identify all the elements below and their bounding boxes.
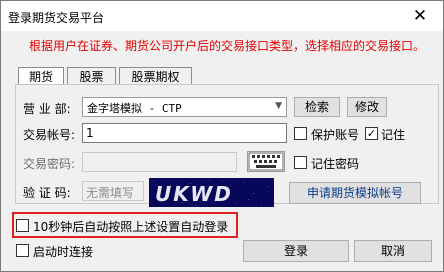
save-account-label: 保护账号	[311, 128, 360, 142]
auto-login-label: 10秒钟后自动按照上述设置自动登录	[33, 220, 229, 234]
connect-on-start-label: 启动时连接	[33, 245, 94, 259]
account-value: 1	[86, 126, 94, 140]
window-title: 登录期货交易平台	[8, 11, 105, 25]
connect-on-start-checkbox[interactable]	[16, 244, 29, 257]
title-bar: 登录期货交易平台 ✕	[1, 1, 443, 31]
chevron-down-icon: ▼	[275, 101, 282, 111]
apply-demo-account-button[interactable]: 申请期货模拟帐号	[289, 182, 421, 204]
broker-value: 金字塔模拟 - CTP	[87, 102, 182, 115]
captcha-code: UKWD	[155, 182, 233, 206]
password-label: 交易密码:	[23, 157, 76, 171]
soft-keyboard-icon[interactable]	[247, 151, 285, 172]
remember-label: 记住	[381, 128, 406, 142]
remember-checkbox[interactable]: ✓	[365, 127, 378, 140]
captcha-placeholder: 无需填写	[86, 186, 135, 200]
password-input[interactable]	[82, 152, 237, 172]
close-icon[interactable]: ✕	[397, 1, 443, 31]
auto-login-checkbox[interactable]	[16, 219, 29, 232]
captcha-image[interactable]: UKWD	[149, 178, 274, 207]
save-account-checkbox[interactable]	[294, 127, 307, 140]
interface-notice: 根据用户在证券、期货公司开户后的交易接口类型，选择相应的交易接口。	[29, 39, 426, 53]
broker-select[interactable]: 金字塔模拟 - CTP ▼	[82, 97, 287, 117]
captcha-input[interactable]: 无需填写	[82, 181, 144, 201]
search-button[interactable]: 检索	[294, 97, 340, 117]
account-input[interactable]: 1	[82, 123, 287, 143]
account-label: 交易帐号:	[23, 128, 76, 142]
broker-label: 营 业 部:	[23, 102, 71, 116]
login-dialog: 登录期货交易平台 ✕ 根据用户在证券、期货公司开户后的交易接口类型，选择相应的交…	[0, 0, 444, 272]
remember-password-checkbox[interactable]	[294, 156, 307, 169]
cancel-button[interactable]: 取消	[354, 240, 432, 262]
remember-password-label: 记住密码	[311, 157, 360, 171]
modify-button[interactable]: 修改	[347, 97, 387, 117]
captcha-label: 验 证 码:	[23, 186, 71, 200]
login-button[interactable]: 登录	[243, 240, 349, 262]
